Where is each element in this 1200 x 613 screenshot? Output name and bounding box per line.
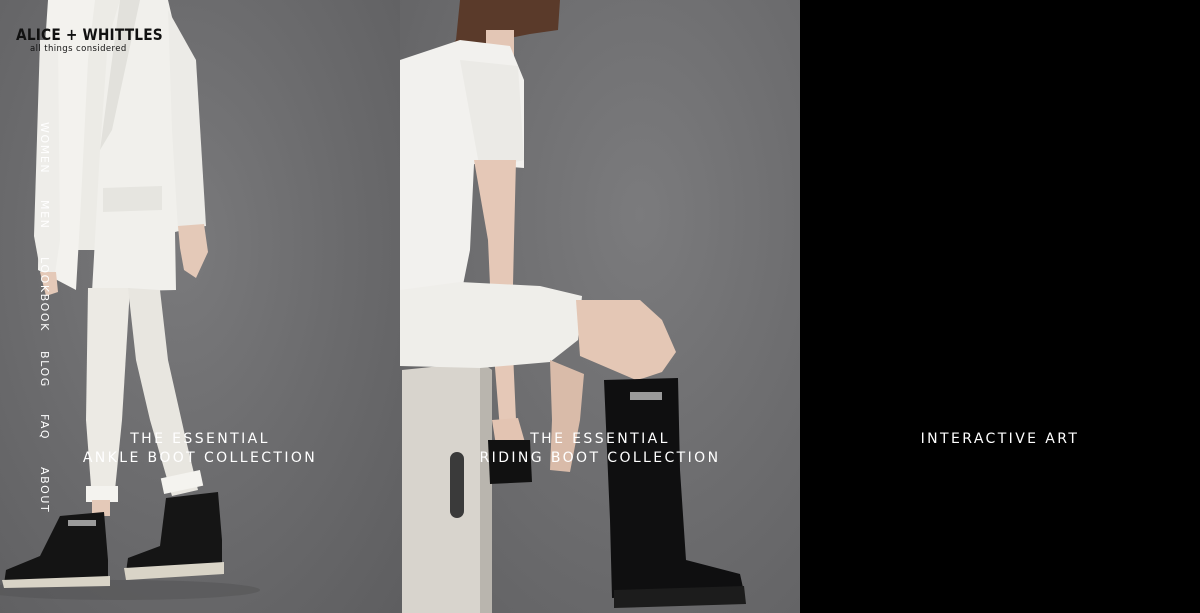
panel-ankle-boot[interactable]: THE ESSENTIAL ANKLE BOOT COLLECTION	[0, 0, 400, 613]
nav-item-lookbook[interactable]: LOOKBOOK	[38, 257, 51, 332]
ankle-boot-model-photo	[0, 0, 260, 600]
nav-item-blog[interactable]: BLOG	[38, 351, 51, 388]
panel-title-art-line1: INTERACTIVE ART	[920, 431, 1080, 447]
nav-item-men[interactable]: MEN	[38, 200, 51, 229]
riding-boot-model-photo	[400, 0, 746, 613]
page: ALICE + WHITTLES all things considered W…	[0, 0, 1200, 613]
panel-title-ankle[interactable]: THE ESSENTIAL ANKLE BOOT COLLECTION	[0, 430, 400, 468]
panel-riding-boot[interactable]: THE ESSENTIAL RIDING BOOT COLLECTION	[400, 0, 800, 613]
panel-title-ankle-line2: ANKLE BOOT COLLECTION	[82, 450, 318, 466]
panel-title-riding-line1: THE ESSENTIAL	[530, 431, 670, 447]
brand-name: ALICE + WHITTLES	[16, 25, 163, 44]
nav-item-women[interactable]: WOMEN	[38, 122, 51, 174]
panel-title-riding[interactable]: THE ESSENTIAL RIDING BOOT COLLECTION	[400, 430, 800, 468]
nav-item-faq[interactable]: FAQ	[38, 414, 51, 440]
panel-interactive-art[interactable]: INTERACTIVE ART	[800, 0, 1200, 613]
brand-tagline: all things considered	[30, 44, 127, 54]
nav-item-about[interactable]: ABOUT	[38, 467, 51, 513]
panel-title-art[interactable]: INTERACTIVE ART	[800, 430, 1200, 449]
panel-title-ankle-line1: THE ESSENTIAL	[130, 431, 270, 447]
brand-logo[interactable]: ALICE + WHITTLES all things considered	[16, 25, 163, 55]
panel-title-riding-line2: RIDING BOOT COLLECTION	[479, 450, 721, 466]
